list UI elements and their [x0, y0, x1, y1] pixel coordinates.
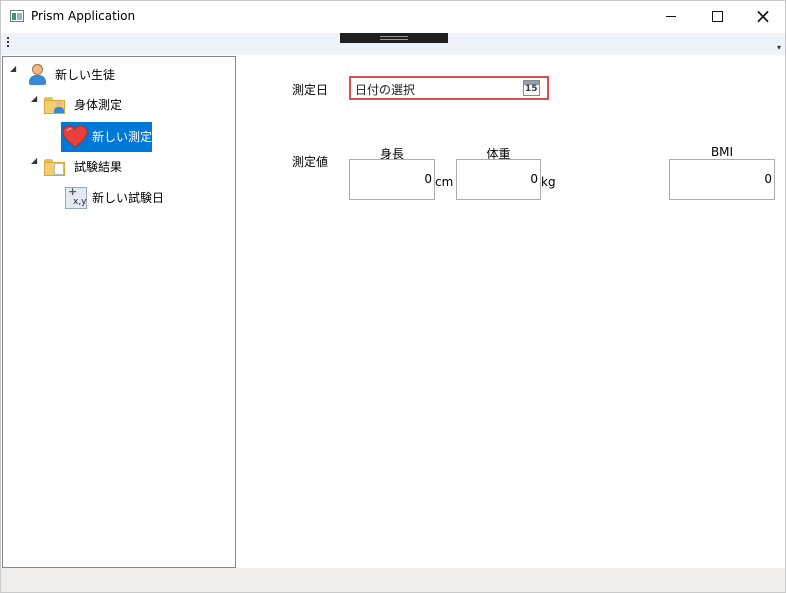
tree-item-label: 身体測定: [74, 98, 123, 112]
tree-item-label: 新しい測定: [92, 130, 153, 144]
app-icon: [10, 10, 24, 22]
toolbar-overflow-icon[interactable]: ▾: [777, 43, 781, 52]
measurement-values-label: 測定値: [292, 155, 329, 169]
date-picker[interactable]: 日付の選択 15: [349, 76, 549, 100]
weight-input[interactable]: 0: [456, 159, 541, 200]
height-input[interactable]: 0: [349, 159, 435, 200]
minimize-icon: [666, 15, 676, 17]
title-bar[interactable]: Prism Application ×: [1, 1, 785, 33]
navigation-tree[interactable]: ◢ 新しい生徒 ◢ 身体測定 新しい測定 ◢ 試験結果 + x,y 新しい試験日: [2, 56, 236, 568]
tree-item-new-measurement[interactable]: 新しい測定: [61, 122, 152, 152]
maximize-button[interactable]: [694, 1, 740, 31]
date-picker-placeholder[interactable]: 日付の選択: [355, 81, 415, 98]
weight-unit: kg: [541, 175, 556, 189]
splitter-handle[interactable]: [340, 33, 448, 43]
detail-panel: [237, 56, 785, 568]
folder-document-icon: [43, 157, 67, 177]
expand-collapse-icon[interactable]: ◢: [31, 157, 39, 165]
bmi-header: BMI: [710, 145, 734, 159]
tree-item-label: 新しい試験日: [92, 191, 165, 205]
tree-item-exam-results[interactable]: ◢ 試験結果: [3, 156, 235, 178]
tree-item-physical-measurement[interactable]: ◢ 身体測定: [3, 94, 235, 116]
close-icon: ×: [754, 4, 772, 28]
tree-item-new-exam-date[interactable]: + x,y 新しい試験日: [3, 186, 235, 209]
tree-item-new-student[interactable]: ◢ 新しい生徒: [3, 64, 235, 86]
student-icon: [27, 64, 47, 86]
window-title: Prism Application: [31, 9, 136, 23]
close-button[interactable]: ×: [740, 1, 786, 31]
tree-item-label: 試験結果: [74, 160, 123, 174]
bmi-output: 0: [669, 159, 775, 200]
expand-collapse-icon[interactable]: ◢: [10, 65, 18, 73]
minimize-button[interactable]: [648, 1, 694, 31]
application-window: Prism Application × ▾ ◢ 新しい生徒 ◢ 身体測定 新しい…: [0, 0, 786, 593]
toolbar: ▾: [1, 33, 785, 55]
status-bar: [1, 568, 785, 592]
expand-collapse-icon[interactable]: ◢: [31, 95, 39, 103]
heart-icon: [62, 125, 88, 149]
measurement-date-label: 測定日: [292, 83, 329, 97]
calendar-icon[interactable]: 15: [523, 80, 540, 96]
folder-person-icon: [43, 95, 67, 115]
xy-chart-icon: + x,y: [65, 186, 87, 209]
toolbar-grip-icon[interactable]: [7, 37, 9, 49]
tree-item-label: 新しい生徒: [55, 68, 116, 82]
maximize-icon: [711, 10, 723, 22]
height-unit: cm: [435, 175, 454, 189]
